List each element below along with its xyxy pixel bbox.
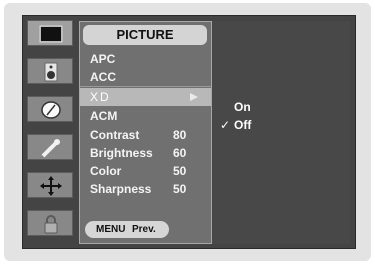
menu-item-label: Contrast (90, 128, 140, 142)
picture-icon (39, 25, 63, 43)
menu-item-value: 80 (173, 128, 187, 142)
picture-menu: PICTURE APC ACC XD ACM Contrast 80 Brigh… (79, 21, 212, 244)
sound-category-tile[interactable] (27, 58, 73, 84)
check-icon: ✓ (220, 118, 231, 132)
menu-item-label: Sharpness (90, 182, 152, 196)
lock-icon (44, 215, 58, 234)
menu-item-acc[interactable]: ACC (80, 68, 211, 87)
menu-item-value: 50 (173, 164, 187, 178)
menu-item-label: Color (90, 164, 122, 178)
menu-item-apc[interactable]: APC (80, 50, 211, 68)
option-category-tile[interactable] (27, 172, 73, 198)
menu-item-sharpness[interactable]: Sharpness 50 (80, 180, 211, 198)
setup-category-tile[interactable] (27, 134, 73, 160)
menu-item-contrast[interactable]: Contrast 80 (80, 126, 211, 144)
option-label: Off (234, 118, 252, 132)
menu-key-label: MENU (96, 224, 126, 235)
menu-title: PICTURE (83, 25, 207, 45)
menu-item-label: ACC (90, 70, 116, 84)
prev-action-label: Prev. (132, 224, 156, 235)
option-label: On (234, 100, 251, 114)
lock-category-tile[interactable] (27, 210, 73, 236)
menu-item-acm[interactable]: ACM (80, 107, 211, 125)
submenu-arrow-icon (190, 93, 198, 101)
menu-item-label: XD (90, 90, 111, 104)
menu-item-xd[interactable]: XD (80, 88, 211, 106)
menu-prev-button[interactable]: MENU Prev. (85, 221, 169, 238)
option-off[interactable]: ✓ Off (212, 117, 350, 133)
category-icon-bar (27, 20, 73, 242)
option-on[interactable]: On (212, 99, 350, 115)
time-icon (41, 101, 61, 119)
time-category-tile[interactable] (27, 96, 73, 122)
menu-item-value: 60 (173, 146, 187, 160)
setup-icon (41, 139, 60, 158)
picture-category-tile[interactable] (27, 20, 73, 46)
menu-item-label: Brightness (90, 146, 153, 160)
menu-item-label: ACM (90, 109, 118, 123)
sound-icon (44, 62, 58, 82)
menu-item-label: APC (90, 52, 116, 66)
xd-submenu: On ✓ Off (212, 21, 350, 244)
menu-item-value: 50 (173, 182, 187, 196)
menu-item-brightness[interactable]: Brightness 60 (80, 144, 211, 162)
menu-item-color[interactable]: Color 50 (80, 162, 211, 180)
option-icon (40, 176, 62, 196)
